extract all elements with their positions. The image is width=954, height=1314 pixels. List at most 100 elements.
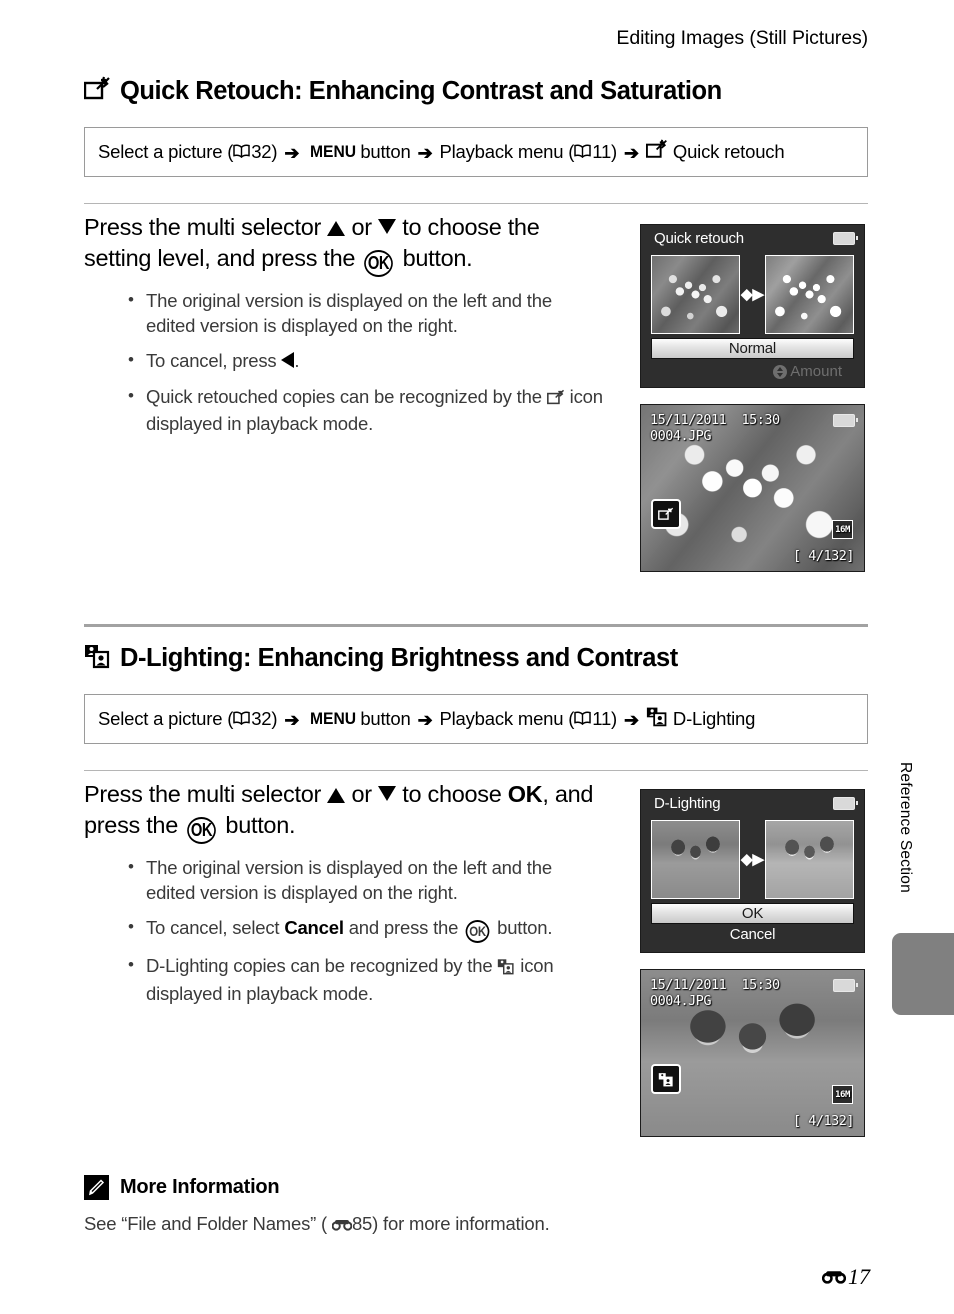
image-size-badge: 16M (832, 520, 853, 539)
up-down-icon (773, 364, 788, 379)
section-quick-retouch: Quick Retouch: Enhancing Contrast and Sa… (83, 76, 868, 177)
section-title-d-lighting: D-Lighting: Enhancing Brightness and Con… (120, 644, 678, 672)
lead-text-or: or (345, 781, 379, 807)
arrow-icon: ➔ (284, 142, 300, 163)
book-reference-icon (574, 141, 591, 163)
list-item: To cancel, select Cancel and press the O… (84, 915, 604, 943)
camera-screen-d-lighting-menu: D-Lighting ◆▶ OK Cancel (640, 789, 865, 953)
amount-label: Amount (790, 363, 842, 380)
screen-title: D-Lighting (654, 795, 721, 812)
nav-step-select-picture: Select a picture ( (98, 708, 234, 729)
bullet-text-cancel: Cancel (284, 917, 344, 938)
nav-step-playback-menu: Playback menu ( (439, 708, 575, 729)
book-reference-icon (574, 708, 591, 730)
nav-page-ref-32: 32) (251, 141, 278, 162)
thumbnail-original (651, 820, 740, 899)
more-information-title: More Information (120, 1176, 280, 1198)
list-item: The original version is displayed on the… (84, 855, 604, 905)
pencil-icon (84, 1175, 109, 1200)
bullet-text-mid: and press the (343, 917, 464, 938)
arrow-icon: ➔ (417, 142, 433, 163)
bullet-text: The original version is displayed on the… (146, 290, 552, 336)
book-reference-icon (233, 141, 250, 163)
footer-page-number: 17 (821, 1264, 870, 1290)
book-reference-icon (233, 708, 250, 730)
option-area: Normal Amount (641, 338, 864, 387)
reference-section-tab-marker (892, 933, 954, 1015)
bullet-text-tail: button. (492, 917, 553, 938)
screen-titlebar: D-Lighting (641, 790, 864, 817)
playback-osd: 15/11/2011 15:30 0004.JPG 16M [ 4/132] (641, 405, 864, 571)
nav-page-ref-11: 11) (592, 141, 618, 162)
option-area: OK Cancel (641, 903, 864, 952)
option-ok[interactable]: OK (651, 903, 854, 924)
bullet-text: D-Lighting copies can be recognized by t… (146, 955, 498, 976)
multi-selector-down-icon (378, 219, 397, 234)
lead-text-or: or (345, 214, 379, 240)
page-number-value: 17 (848, 1264, 870, 1289)
quick-retouch-icon (83, 76, 111, 109)
ok-button-icon: OK (187, 817, 217, 844)
instructions-d-lighting: Press the multi selector or to choose OK… (84, 779, 604, 1017)
bullet-list-d-lighting: The original version is displayed on the… (84, 855, 604, 1006)
quick-retouch-mark-icon (651, 499, 681, 529)
playback-filename: 0004.JPG (650, 993, 712, 1009)
more-information-heading: More Information (84, 1175, 684, 1200)
option-normal[interactable]: Normal (651, 338, 854, 359)
frame-counter: [ 4/132] (792, 548, 855, 564)
multi-selector-down-icon (378, 786, 397, 801)
list-item: The original version is displayed on the… (84, 288, 604, 338)
ok-button-icon: OK (465, 920, 490, 943)
arrow-icon: ➔ (624, 709, 639, 730)
reference-section-icon (327, 1214, 353, 1235)
d-lighting-icon (497, 957, 515, 982)
section-divider (84, 624, 868, 627)
lead-text-ok: OK (507, 781, 543, 807)
instruction-lead-quick-retouch: Press the multi selector or to choose th… (84, 212, 604, 277)
reference-section-tab-label: Reference Section (897, 762, 914, 893)
nav-step-button-word: button (360, 708, 411, 729)
frame-counter: [ 4/132] (792, 1113, 855, 1129)
nav-step-quick-retouch: Quick retouch (672, 141, 785, 162)
menu-button-label: MENU (310, 709, 357, 728)
d-lighting-icon (646, 706, 668, 732)
battery-icon (833, 232, 858, 245)
section-heading-quick-retouch: Quick Retouch: Enhancing Contrast and Sa… (83, 76, 868, 109)
thumbnail-edited (765, 820, 854, 899)
preview-comparison-row: ◆▶ (641, 817, 864, 903)
lead-text-pre: Press the multi selector (84, 214, 328, 240)
running-header: Editing Images (Still Pictures) (616, 27, 868, 49)
camera-screen-quick-retouch-playback: 15/11/2011 15:30 0004.JPG 16M [ 4/132] (640, 404, 865, 572)
preview-comparison-row: ◆▶ (641, 252, 864, 338)
lead-text-post: button. (396, 245, 473, 271)
list-item: To cancel, press . (84, 348, 604, 374)
screen-titlebar: Quick retouch (641, 225, 864, 252)
d-lighting-mark-icon (651, 1064, 681, 1094)
option-cancel[interactable]: Cancel (651, 924, 854, 945)
playback-date: 15/11/2011 15:30 (650, 412, 780, 428)
arrow-icon: ➔ (624, 142, 639, 163)
battery-icon (833, 414, 858, 431)
amount-hint: Amount (651, 359, 854, 380)
playback-osd: 15/11/2011 15:30 0004.JPG 16M [ 4/132] (641, 970, 864, 1136)
compare-arrow-icon: ◆▶ (740, 851, 765, 868)
battery-icon (833, 797, 858, 810)
section-d-lighting: D-Lighting: Enhancing Brightness and Con… (84, 643, 868, 744)
bullet-list-quick-retouch: The original version is displayed on the… (84, 288, 604, 437)
nav-step-select-picture: Select a picture ( (98, 141, 234, 162)
camera-screen-quick-retouch-menu: Quick retouch ◆▶ Normal Amount (640, 224, 865, 388)
d-lighting-icon (84, 643, 111, 676)
instructions-quick-retouch: Press the multi selector or to choose th… (84, 212, 604, 448)
instruction-lead-d-lighting: Press the multi selector or to choose OK… (84, 779, 604, 844)
ok-button-icon: OK (364, 250, 394, 277)
menu-button-label: MENU (310, 142, 357, 161)
nav-path-quick-retouch: Select a picture ( 32) ➔ MENU button ➔ P… (84, 127, 868, 177)
multi-selector-left-icon (281, 352, 295, 368)
quick-retouch-icon (546, 388, 565, 413)
nav-page-ref-32: 32) (251, 708, 278, 729)
section-title-quick-retouch: Quick Retouch: Enhancing Contrast and Sa… (120, 77, 722, 105)
multi-selector-up-icon (327, 788, 346, 803)
lead-text-pre: Press the multi selector (84, 781, 328, 807)
bullet-text: To cancel, press (146, 350, 282, 371)
bullet-text: To cancel, select (146, 917, 285, 938)
